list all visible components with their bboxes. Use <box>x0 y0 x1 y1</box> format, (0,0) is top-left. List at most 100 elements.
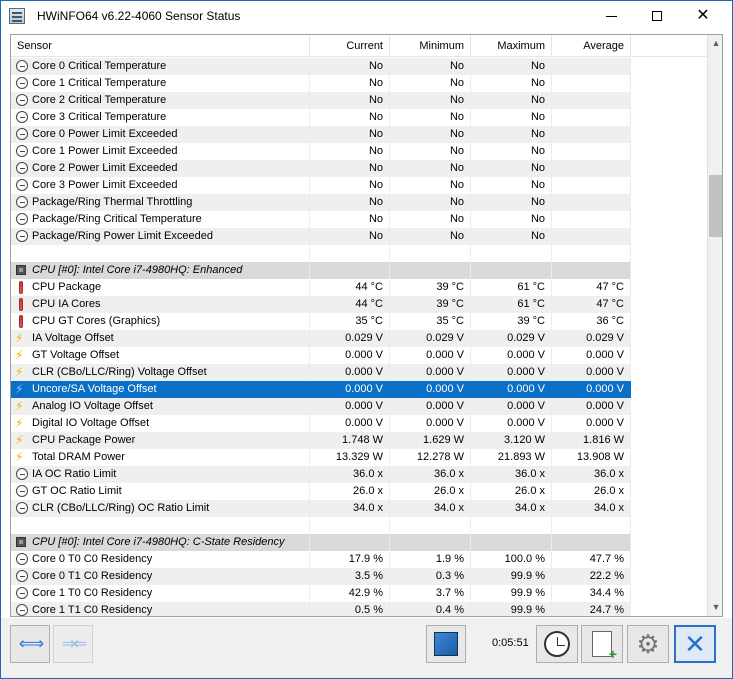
sensor-name: Digital IO Voltage Offset <box>11 415 310 432</box>
column-header-minimum[interactable]: Minimum <box>390 35 471 57</box>
clock-icon <box>16 196 28 208</box>
minimum-value: 0.029 V <box>390 330 471 347</box>
maximize-button[interactable] <box>634 1 680 31</box>
logging-button[interactable] <box>581 625 623 663</box>
table-row[interactable]: CPU Package Power 1.748 W 1.629 W 3.120 W 1.… <box>11 432 707 449</box>
close-button[interactable]: ✕ <box>674 625 716 663</box>
gear-icon: ⚙ <box>636 629 660 659</box>
group-header-row[interactable]: CPU [#0]: Intel Core i7-4980HQ: C-State … <box>11 534 707 551</box>
table-row[interactable]: GT OC Ratio Limit 26.0 x 26.0 x 26.0 x 26.0 … <box>11 483 707 500</box>
table-row[interactable]: CLR (CBo/LLC/Ring) OC Ratio Limit 34.0 x3… <box>11 500 707 517</box>
sensor-name: IA OC Ratio Limit <box>11 466 310 483</box>
column-header-current[interactable]: Current <box>310 35 390 57</box>
table-row[interactable]: CPU GT Cores (Graphics) 35 °C 35 °C 39 °C 36… <box>11 313 707 330</box>
scroll-down-arrow-icon[interactable]: ▼ <box>708 599 722 616</box>
minimum-value: 35 °C <box>390 313 471 330</box>
table-row[interactable]: GT Voltage Offset 0.000 V 0.000 V 0.000 V 0.… <box>11 347 707 364</box>
sensor-name: CPU [#0]: Intel Core i7-4980HQ: C-State … <box>11 534 310 551</box>
maximum-value: No <box>471 58 552 75</box>
table-row[interactable]: Core 0 Power Limit Exceeded No No No <box>11 126 707 143</box>
scroll-up-arrow-icon[interactable]: ▲ <box>708 35 722 52</box>
average-value <box>552 245 631 262</box>
table-row[interactable]: Analog IO Voltage Offset 0.000 V 0.000 V 0.… <box>11 398 707 415</box>
clock-icon <box>16 587 28 599</box>
collapse-expand-button[interactable]: ⇐⇒ <box>10 625 50 663</box>
elapsed-time: 0:05:51 <box>492 637 529 649</box>
sensor-table[interactable]: Sensor Current Minimum Maximum Average C… <box>10 34 723 617</box>
app-icon <box>9 8 25 24</box>
maximum-value: No <box>471 211 552 228</box>
close-icon: ✕ <box>696 7 710 24</box>
clock-icon <box>16 485 28 497</box>
table-row[interactable]: Package/Ring Power Limit Exceeded No No No <box>11 228 707 245</box>
clock-icon <box>16 604 28 616</box>
table-row[interactable]: Core 1 Power Limit Exceeded No No No <box>11 143 707 160</box>
double-arrow-icon: ⇒⇐ <box>61 634 87 653</box>
minimum-value: No <box>390 126 471 143</box>
sensor-rows: Core 0 Critical Temperature No No No Core 1 … <box>11 58 707 616</box>
table-row[interactable]: Core 2 Power Limit Exceeded No No No <box>11 160 707 177</box>
table-row[interactable]: Package/Ring Thermal Throttling No No No <box>11 194 707 211</box>
scroll-thumb[interactable] <box>709 175 722 237</box>
column-header-average[interactable]: Average <box>552 35 631 57</box>
maximum-value: 99.9 % <box>471 568 552 585</box>
group-header-row[interactable]: CPU [#0]: Intel Core i7-4980HQ: Enhanced <box>11 262 707 279</box>
maximum-value: 61 °C <box>471 279 552 296</box>
bottom-toolbar: ⇐⇒ ⇒⇐ 0:05:51 ⚙ ✕ <box>1 618 732 678</box>
sensor-name: Core 3 Critical Temperature <box>11 109 310 126</box>
sensor-name: CLR (CBo/LLC/Ring) OC Ratio Limit <box>11 500 310 517</box>
average-value <box>552 126 631 143</box>
clock-icon <box>16 77 28 89</box>
clock-icon <box>16 94 28 106</box>
table-row[interactable]: CLR (CBo/LLC/Ring) Voltage Offset 0.000 V… <box>11 364 707 381</box>
table-row[interactable]: Uncore/SA Voltage Offset 0.000 V 0.000 V 0.… <box>11 381 707 398</box>
table-row[interactable]: Total DRAM Power 13.329 W 12.278 W 21.893 W… <box>11 449 707 466</box>
network-button[interactable] <box>426 625 466 663</box>
average-value: 24.7 % <box>552 602 631 616</box>
minimum-value <box>390 534 471 551</box>
reset-timer-button[interactable] <box>536 625 578 663</box>
average-value: 1.816 W <box>552 432 631 449</box>
table-row[interactable]: CPU Package 44 °C 39 °C 61 °C 47 °C <box>11 279 707 296</box>
current-value: No <box>310 211 390 228</box>
minimize-icon <box>605 15 617 17</box>
table-row[interactable]: CPU IA Cores 44 °C 39 °C 61 °C 47 °C <box>11 296 707 313</box>
lightning-icon <box>15 347 28 364</box>
layout-switch-button[interactable]: ⇒⇐ <box>53 625 93 663</box>
table-row[interactable]: Core 1 T1 C0 Residency 0.5 % 0.4 % 99.9 % 24… <box>11 602 707 616</box>
table-row[interactable]: Core 2 Critical Temperature No No No <box>11 92 707 109</box>
minimum-value: 0.000 V <box>390 364 471 381</box>
sensor-name: Core 2 Critical Temperature <box>11 92 310 109</box>
table-row[interactable]: IA Voltage Offset 0.029 V 0.029 V 0.029 V 0.… <box>11 330 707 347</box>
close-window-button[interactable]: ✕ <box>680 1 726 31</box>
table-row[interactable]: Core 0 Critical Temperature No No No <box>11 58 707 75</box>
title-bar[interactable]: HWiNFO64 v6.22-4060 Sensor Status ✕ <box>1 1 732 31</box>
table-row[interactable]: Core 1 T0 C0 Residency 42.9 % 3.7 % 99.9 % 3… <box>11 585 707 602</box>
lightning-icon <box>15 398 28 415</box>
column-header-sensor[interactable]: Sensor <box>11 35 310 57</box>
vertical-scrollbar[interactable]: ▲ ▼ <box>707 35 722 616</box>
table-row[interactable]: Core 3 Power Limit Exceeded No No No <box>11 177 707 194</box>
lightning-icon <box>15 381 28 398</box>
maximum-value: 61 °C <box>471 296 552 313</box>
sensor-name: Package/Ring Critical Temperature <box>11 211 310 228</box>
maximize-icon <box>652 11 662 21</box>
table-row[interactable]: Core 0 T1 C0 Residency 3.5 % 0.3 % 99.9 % 22… <box>11 568 707 585</box>
table-row[interactable]: Package/Ring Critical Temperature No No No <box>11 211 707 228</box>
table-row[interactable]: Core 0 T0 C0 Residency 17.9 % 1.9 % 100.0 %… <box>11 551 707 568</box>
table-row[interactable]: Core 1 Critical Temperature No No No <box>11 75 707 92</box>
minimize-button[interactable] <box>588 1 634 31</box>
column-header-maximum[interactable]: Maximum <box>471 35 552 57</box>
average-value: 26.0 x <box>552 483 631 500</box>
clock-icon <box>16 502 28 514</box>
table-row[interactable]: Digital IO Voltage Offset 0.000 V 0.000 V0… <box>11 415 707 432</box>
clock-icon <box>16 570 28 582</box>
current-value: 0.000 V <box>310 398 390 415</box>
table-row[interactable]: IA OC Ratio Limit 36.0 x 36.0 x 36.0 x 36.0 … <box>11 466 707 483</box>
maximum-value: 26.0 x <box>471 483 552 500</box>
settings-button[interactable]: ⚙ <box>627 625 669 663</box>
current-value: 36.0 x <box>310 466 390 483</box>
table-row[interactable]: Core 3 Critical Temperature No No No <box>11 109 707 126</box>
maximum-value: 0.000 V <box>471 364 552 381</box>
lightning-icon <box>15 449 28 466</box>
